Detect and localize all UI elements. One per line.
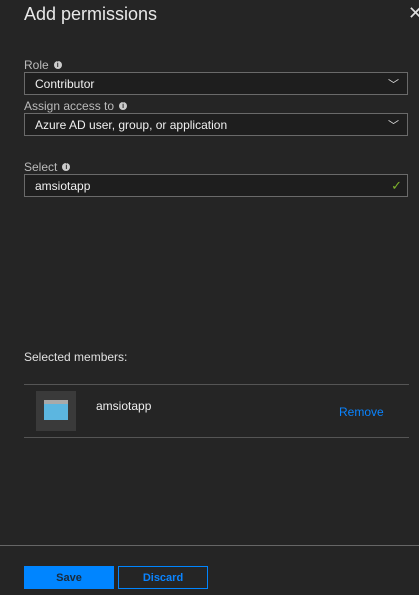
discard-button[interactable]: Discard [118,566,208,589]
role-label: Role i [24,58,62,72]
select-input[interactable]: amsiotapp ✓ [24,174,408,197]
divider [24,437,409,438]
assign-label-text: Assign access to [24,99,115,113]
remove-member-link[interactable]: Remove [339,405,384,419]
chevron-down-icon: ﹀ [388,120,399,132]
role-label-text: Role [24,58,49,72]
assign-access-dropdown[interactable]: Azure AD user, group, or application ﹀ [24,113,408,136]
select-label-text: Select [24,160,58,174]
select-label: Select i [24,160,71,174]
select-value: amsiotapp [35,178,91,193]
info-icon[interactable]: i [62,163,71,171]
member-name: amsiotapp [96,399,152,413]
role-dropdown[interactable]: Contributor ﹀ [24,72,408,95]
footer-divider [0,545,419,546]
page-title: Add permissions [24,4,158,24]
selected-members-heading: Selected members: [24,350,128,364]
checkmark-icon: ✓ [391,178,402,193]
info-icon[interactable]: i [119,102,128,110]
divider [24,384,409,385]
chevron-down-icon: ﹀ [388,79,399,91]
assign-value: Azure AD user, group, or application [35,117,228,132]
close-icon[interactable]: ✕ [408,3,419,24]
assign-label: Assign access to i [24,99,128,113]
app-icon [36,391,76,431]
save-button[interactable]: Save [24,566,114,589]
info-icon[interactable]: i [53,61,62,69]
role-value: Contributor [35,76,95,91]
